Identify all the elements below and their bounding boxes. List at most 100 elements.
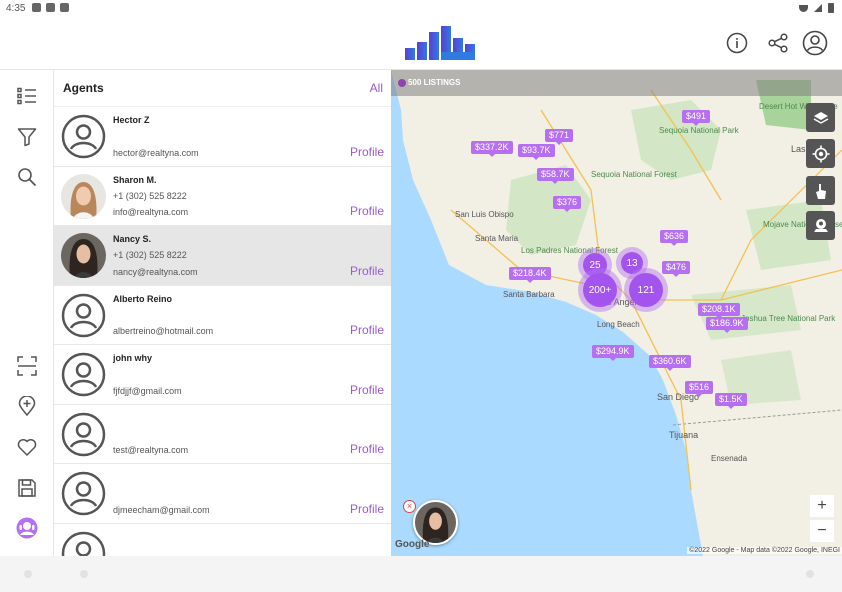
notification-icons: [32, 3, 69, 12]
default-avatar-icon: [61, 531, 106, 556]
all-agents-link[interactable]: All: [370, 81, 383, 95]
agent-name: Sharon M.: [113, 174, 157, 185]
price-pin[interactable]: $636: [660, 230, 689, 246]
price-pin[interactable]: $186.9K: [706, 317, 748, 333]
agent-row[interactable]: john why fjfdjjf@gmail.com Profile: [54, 345, 391, 405]
scan-button[interactable]: [14, 353, 40, 379]
agent-row-selected[interactable]: Nancy S. +1 (302) 525 8222 nancy@realtyn…: [54, 226, 391, 286]
zoom-in-button[interactable]: +: [810, 495, 834, 517]
agents-button[interactable]: [14, 515, 40, 541]
price-pin[interactable]: $376: [553, 196, 582, 212]
wifi-icon: [799, 4, 808, 12]
listing-cluster[interactable]: 121: [629, 273, 663, 307]
filter-button[interactable]: [14, 124, 40, 150]
price-pin[interactable]: $218.4K: [509, 267, 551, 283]
status-bar: 4:35: [0, 0, 842, 18]
account-button[interactable]: [802, 30, 828, 56]
price-pin[interactable]: $360.6K: [649, 355, 691, 371]
info-icon: [726, 32, 748, 54]
share-button[interactable]: [765, 30, 791, 56]
listings-map[interactable]: 500 LISTINGS Desert Hot Wildlife Re Sequ…: [391, 70, 842, 556]
price-pin[interactable]: $294.9K: [592, 345, 634, 361]
place-label: Joshua Tree National Park: [741, 314, 836, 323]
info-button[interactable]: [724, 30, 750, 56]
recents-icon[interactable]: [806, 570, 814, 578]
price-pin[interactable]: $491: [682, 110, 711, 126]
my-location-button[interactable]: [806, 139, 835, 168]
agent-name: john why: [113, 353, 152, 363]
agent-row[interactable]: Alberto Reino albertreino@hotmail.com Pr…: [54, 286, 391, 345]
place-label: Tijuana: [669, 430, 699, 440]
agent-email: nancy@realtyna.com: [113, 266, 198, 277]
price-pin[interactable]: $476: [662, 261, 691, 277]
agent-photo: [415, 502, 456, 543]
account-icon: [802, 30, 828, 56]
list-button[interactable]: [14, 83, 40, 109]
share-icon: [768, 33, 788, 53]
back-icon[interactable]: [24, 570, 32, 578]
agent-row[interactable]: Hector Z hector@realtyna.com Profile: [54, 107, 391, 167]
app-header: [0, 18, 842, 70]
side-rail: [0, 70, 54, 556]
profile-link[interactable]: Profile: [350, 383, 384, 397]
signal-icon: [814, 4, 822, 12]
agent-pin-button[interactable]: [806, 211, 835, 240]
profile-link[interactable]: Profile: [350, 323, 384, 337]
agent-email: albertreino@hotmail.com: [113, 326, 214, 336]
listing-cluster[interactable]: 200+: [583, 273, 617, 307]
profile-link[interactable]: Profile: [350, 204, 384, 218]
listing-count: 500 LISTINGS: [408, 78, 461, 87]
close-icon[interactable]: ×: [403, 500, 416, 513]
price-pin[interactable]: $93.7K: [518, 144, 555, 160]
price-pin[interactable]: $771: [545, 129, 574, 145]
bar-chart-logo-icon: [405, 26, 475, 60]
map-attribution[interactable]: ©2022 Google - Map data ©2022 Google, IN…: [687, 547, 842, 554]
avatar: [61, 352, 106, 397]
agent-email: hector@realtyna.com: [113, 147, 199, 158]
list-icon: [17, 87, 36, 105]
save-button[interactable]: [14, 475, 40, 501]
agent-row[interactable]: Sharon M. +1 (302) 525 8222 info@realtyn…: [54, 167, 391, 226]
profile-link[interactable]: Profile: [350, 502, 384, 516]
profile-link[interactable]: Profile: [350, 145, 384, 159]
profile-link[interactable]: Profile: [350, 264, 384, 278]
google-logo: Google: [395, 539, 430, 550]
agent-row[interactable]: [54, 524, 391, 556]
agents-panel-header: Agents All: [54, 70, 391, 107]
avatar: [61, 114, 106, 159]
agents-title: Agents: [63, 81, 104, 95]
avatar: [61, 412, 106, 457]
search-icon: [18, 168, 37, 187]
search-button[interactable]: [14, 164, 40, 190]
add-location-icon: [18, 396, 36, 416]
price-pin[interactable]: $58.7K: [537, 168, 574, 184]
place-label: Sequoia National Park: [659, 126, 739, 135]
zoom-out-button[interactable]: −: [810, 520, 834, 542]
listing-count-bar: 500 LISTINGS: [391, 70, 842, 96]
agent-icon: [16, 517, 38, 539]
add-location-button[interactable]: [14, 393, 40, 419]
price-pin[interactable]: $208.1K: [698, 303, 740, 319]
heart-icon: [17, 439, 37, 456]
layers-button[interactable]: [806, 103, 835, 132]
favorites-button[interactable]: [14, 434, 40, 460]
agent-row[interactable]: test@realtyna.com Profile: [54, 405, 391, 464]
avatar: [61, 471, 106, 516]
scan-icon: [17, 356, 37, 376]
agent-email: test@realtyna.com: [113, 445, 189, 455]
profile-link[interactable]: Profile: [350, 442, 384, 456]
default-avatar-icon: [61, 412, 106, 456]
draw-area-button[interactable]: [806, 176, 835, 205]
price-pin[interactable]: $1.5K: [715, 393, 747, 409]
avatar: [61, 293, 106, 338]
avatar: [61, 173, 106, 219]
filter-icon: [17, 128, 37, 147]
default-avatar-icon: [61, 352, 106, 397]
place-label: Ensenada: [711, 454, 748, 463]
price-pin[interactable]: $516: [685, 381, 714, 397]
home-icon[interactable]: [80, 570, 88, 578]
agent-row[interactable]: djmeecham@gmail.com Profile: [54, 464, 391, 524]
agent-photo: [61, 173, 106, 219]
price-pin[interactable]: $337.2K: [471, 141, 513, 157]
listing-cluster[interactable]: 13: [621, 252, 643, 274]
